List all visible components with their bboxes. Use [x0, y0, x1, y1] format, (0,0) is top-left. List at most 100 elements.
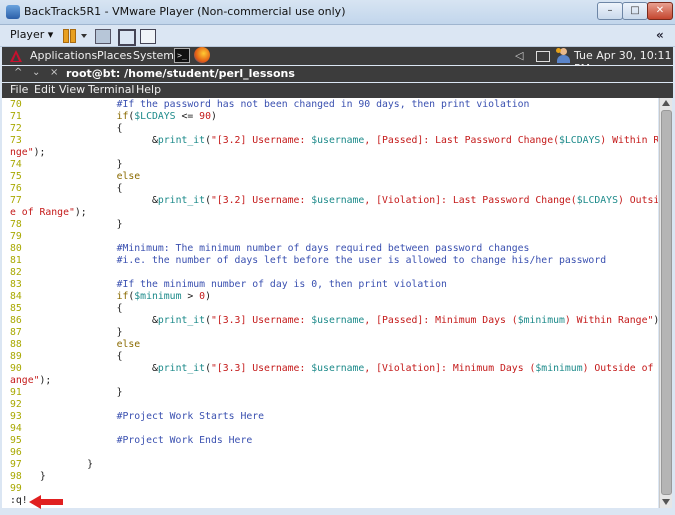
player-menu-button[interactable]: Player ▾ — [10, 28, 53, 41]
code-line: 73 &print_it("[3.2] Username: $username,… — [10, 135, 658, 147]
scroll-up-arrow-icon[interactable] — [662, 100, 670, 106]
line-number: 70 — [10, 99, 22, 110]
close-icon[interactable]: × — [50, 67, 58, 78]
user-icon[interactable] — [556, 48, 570, 63]
menu-terminal[interactable]: Terminal — [88, 83, 135, 96]
vmware-player-window: BackTrack5R1 - VMware Player (Non-commer… — [0, 0, 675, 515]
code-keyword: if — [116, 291, 129, 302]
code-line: 78 } — [10, 219, 122, 231]
code-text: { — [34, 183, 123, 194]
code-text: } — [34, 459, 93, 470]
line-number: 75 — [10, 171, 22, 182]
menu-file[interactable]: File — [10, 83, 28, 96]
collapse-toolbar-icon[interactable]: « — [656, 28, 664, 42]
code-line: 70 #If the password has not been changed… — [10, 99, 529, 111]
code-string: ) Within Range" — [564, 315, 654, 326]
line-number: 72 — [10, 123, 22, 134]
line-number: 98 — [10, 471, 22, 482]
window-titlebar[interactable]: BackTrack5R1 - VMware Player (Non-commer… — [0, 0, 675, 25]
code-text: ) — [210, 111, 217, 122]
line-number: 82 — [10, 267, 22, 278]
places-menu[interactable]: Places — [97, 49, 132, 62]
code-line: 87 } — [10, 327, 122, 339]
code-string: , [Passed]: Minimum Days ( — [364, 315, 518, 326]
code-variable: $minimum — [517, 315, 565, 326]
code-line: e of Range"); — [10, 207, 87, 219]
code-text: } — [34, 327, 123, 338]
removable-devices-icon[interactable] — [95, 29, 111, 44]
system-menu[interactable]: System — [133, 49, 174, 62]
mail-icon[interactable] — [536, 51, 550, 62]
code-variable: $username — [311, 363, 365, 374]
code-variable: $LCDAYS — [134, 111, 176, 122]
minimize-button[interactable]: – — [597, 2, 623, 20]
code-line: 72 { — [10, 123, 122, 135]
chevron-down-icon[interactable] — [81, 34, 87, 38]
code-text: ); — [653, 315, 658, 326]
terminal-scrollbar[interactable] — [659, 98, 672, 508]
menu-view[interactable]: View — [59, 83, 85, 96]
line-number: 81 — [10, 255, 22, 266]
line-number: 73 — [10, 135, 22, 146]
code-variable: print_it — [157, 315, 206, 326]
code-string: ) Outside of R — [582, 363, 658, 374]
menu-help[interactable]: Help — [136, 83, 161, 96]
code-line: 81 #i.e. the number of days left before … — [10, 255, 606, 267]
code-comment: #Project Work Ends Here — [116, 435, 253, 446]
line-number: 90 — [10, 363, 22, 374]
volume-icon[interactable]: ◁ — [515, 49, 523, 62]
backtrack-logo-icon[interactable] — [8, 48, 24, 64]
scroll-down-arrow-icon[interactable] — [662, 499, 670, 505]
menu-edit[interactable]: Edit — [34, 83, 55, 96]
code-line: 97 } — [10, 459, 93, 471]
code-variable: $username — [311, 135, 365, 146]
code-line: 83 #If the minimum number of day is 0, t… — [10, 279, 447, 291]
scrollbar-thumb[interactable] — [661, 110, 672, 495]
red-arrow-annotation-icon — [29, 495, 63, 509]
vim-command-line: :q! — [10, 495, 28, 507]
window-title: BackTrack5R1 - VMware Player (Non-commer… — [24, 5, 346, 18]
code-string: ) Outsid — [617, 195, 658, 206]
line-number: 71 — [10, 111, 22, 122]
unity-icon[interactable] — [140, 29, 156, 44]
terminal-titlebar[interactable]: ^ ⌄ × root@bt: /home/student/perl_lesson… — [2, 66, 673, 82]
firefox-launcher-icon[interactable] — [194, 47, 210, 63]
code-text: & — [34, 135, 158, 146]
code-text: ); — [33, 147, 46, 158]
gnome-top-panel: Applications Places System >_ ◁ Tue Apr … — [2, 47, 673, 75]
line-number: 87 — [10, 327, 22, 338]
code-line: nge"); — [10, 147, 45, 159]
line-number: 96 — [10, 447, 22, 458]
code-text: } — [34, 471, 46, 482]
terminal-text-area[interactable]: 70 #If the password has not been changed… — [2, 98, 658, 508]
code-line: 90 &print_it("[3.3] Username: $username,… — [10, 363, 658, 375]
line-number: 97 — [10, 459, 22, 470]
terminal-launcher-icon[interactable]: >_ — [174, 48, 190, 63]
line-number: 94 — [10, 423, 22, 434]
terminal-menubar: File Edit View Terminal Help — [2, 83, 673, 98]
close-button[interactable]: ✕ — [647, 2, 673, 20]
code-text: } — [34, 219, 123, 230]
code-line: 88 else — [10, 339, 140, 351]
code-variable: $minimum — [535, 363, 583, 374]
line-number: 86 — [10, 315, 22, 326]
code-line: 76 { — [10, 183, 122, 195]
code-variable: print_it — [157, 195, 206, 206]
code-string: "[3.3] Username: — [210, 363, 312, 374]
code-comment: #If the password has not been changed in… — [116, 99, 530, 110]
chevron-up-icon[interactable]: ^ — [14, 67, 22, 78]
applications-menu[interactable]: Applications — [30, 49, 97, 62]
pause-icon[interactable] — [63, 29, 77, 43]
code-text: <= — [175, 111, 200, 122]
fullscreen-icon[interactable] — [118, 29, 136, 46]
code-text: & — [34, 315, 158, 326]
chevron-down-icon[interactable]: ⌄ — [32, 67, 40, 78]
code-variable: $username — [311, 315, 365, 326]
code-text: { — [34, 303, 123, 314]
code-string: "[3.2] Username: — [210, 195, 312, 206]
maximize-button[interactable]: □ — [622, 2, 648, 20]
code-number: 90 — [199, 111, 211, 122]
